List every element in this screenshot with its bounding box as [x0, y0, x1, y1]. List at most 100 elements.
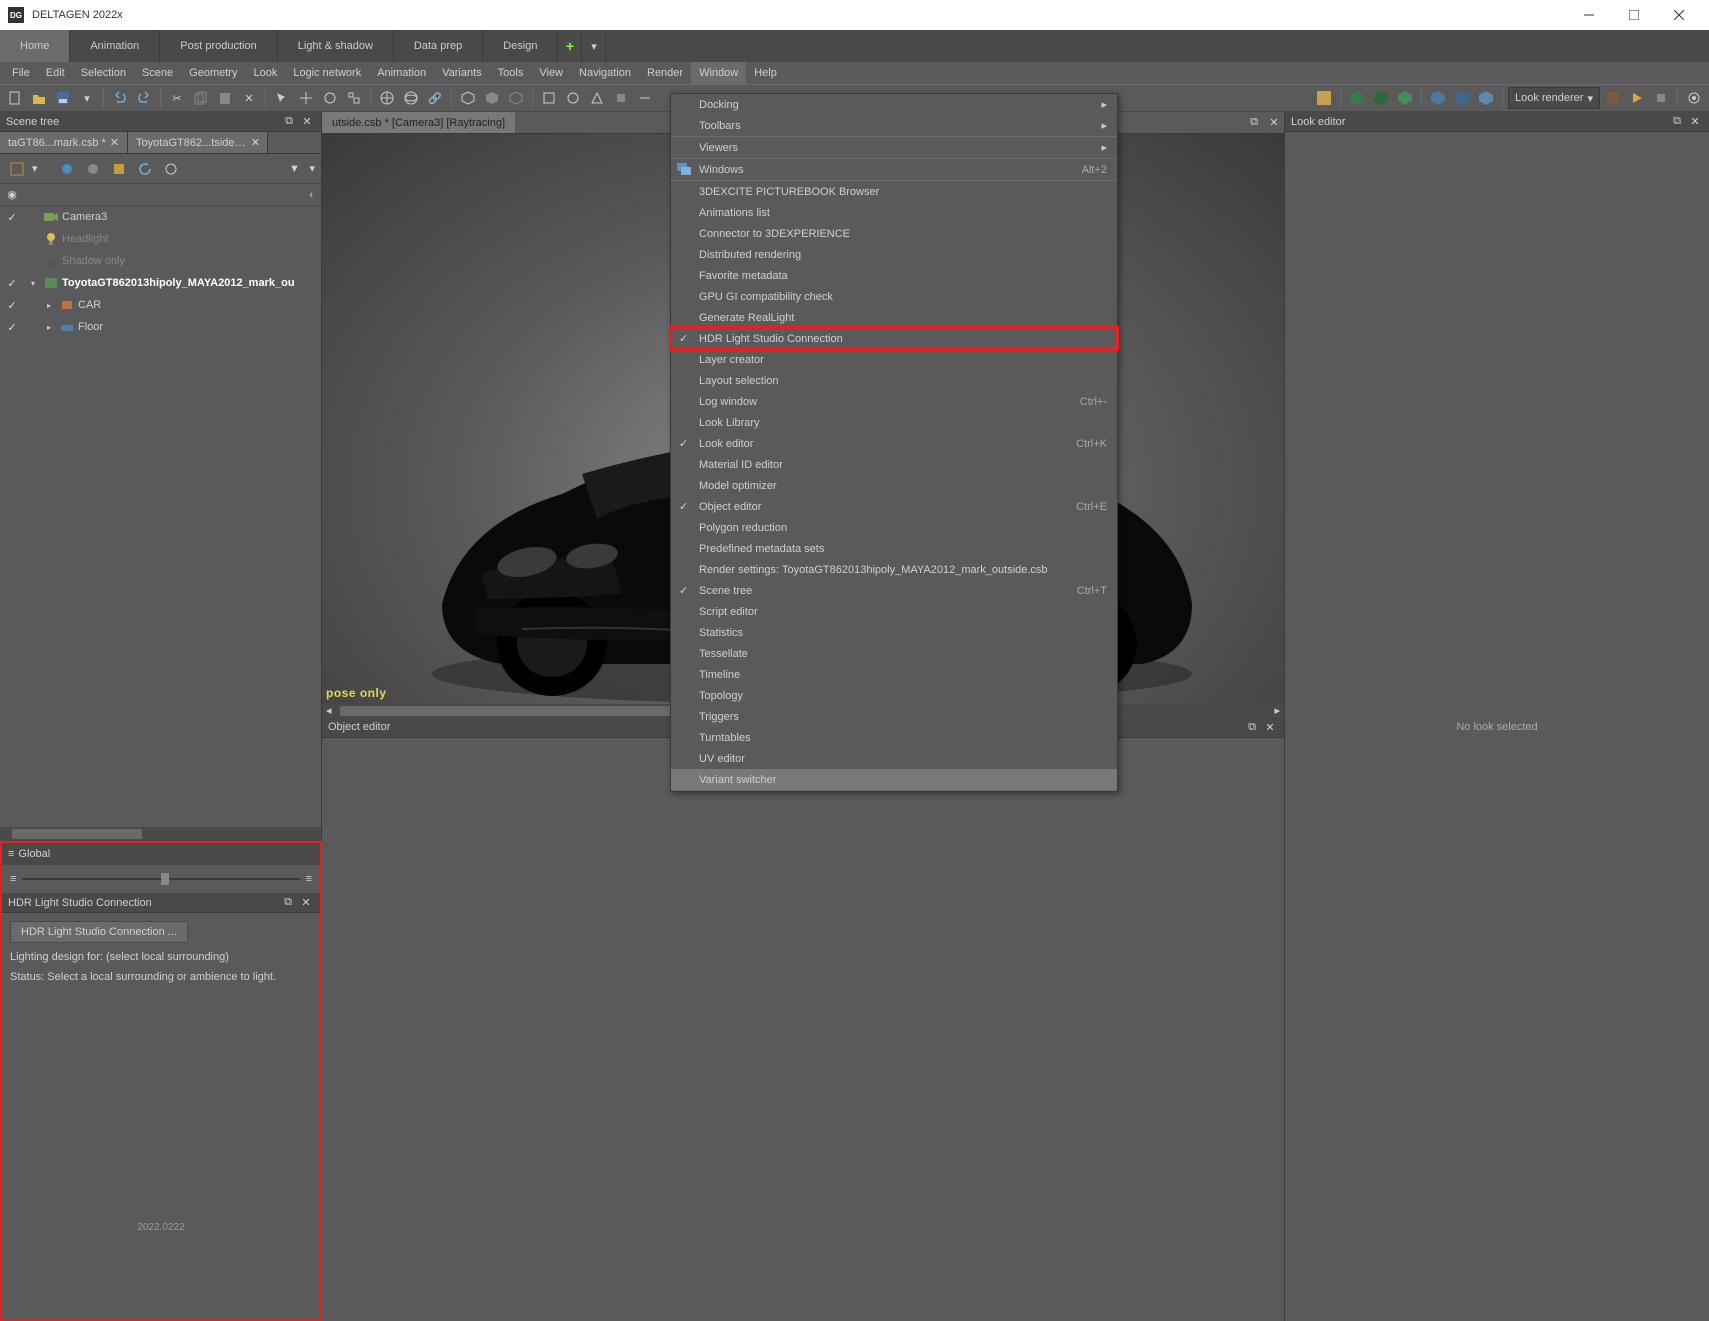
close-tab-icon[interactable]: ✕ [110, 136, 119, 149]
maximize-button[interactable] [1611, 0, 1656, 30]
scene-file-tab[interactable]: ToyotaGT862...tside.csb *✕ [128, 132, 268, 153]
tree-sync-icon[interactable] [160, 158, 182, 180]
material-blue2-icon[interactable] [1451, 87, 1473, 109]
tree-filter3-icon[interactable] [108, 158, 130, 180]
cut-icon[interactable]: ✂ [166, 87, 188, 109]
menu-item-favorite-metadata[interactable]: Favorite metadata [671, 265, 1117, 286]
menu-item-model-optimizer[interactable]: Model optimizer [671, 475, 1117, 496]
menu-item-layout-selection[interactable]: Layout selection [671, 370, 1117, 391]
save-dropdown-icon[interactable]: ▾ [76, 87, 98, 109]
opt3-icon[interactable] [586, 87, 608, 109]
menu-selection[interactable]: Selection [73, 62, 134, 84]
tree-row[interactable]: ✓Camera3 [0, 206, 321, 228]
tree-filter1-icon[interactable] [56, 158, 78, 180]
menu-item-toolbars[interactable]: Toolbars▸ [671, 115, 1117, 136]
hdr-undock-icon[interactable]: ⧉ [280, 895, 296, 911]
delete-icon[interactable]: ✕ [238, 87, 260, 109]
global-slider[interactable] [22, 878, 299, 880]
menu-animation[interactable]: Animation [369, 62, 434, 84]
menu-item-timeline[interactable]: Timeline [671, 664, 1117, 685]
checkmark-icon[interactable]: ✓ [7, 321, 16, 334]
rotate-icon[interactable] [319, 87, 341, 109]
menu-item-topology[interactable]: Topology [671, 685, 1117, 706]
save-icon[interactable] [52, 87, 74, 109]
opt4-icon[interactable] [610, 87, 632, 109]
menu-item-triggers[interactable]: Triggers [671, 706, 1117, 727]
menu-view[interactable]: View [531, 62, 571, 84]
tree-row[interactable]: ✓▸CAR [0, 294, 321, 316]
hdr-close-icon[interactable]: ✕ [298, 895, 314, 911]
tree-row[interactable]: ✓▸Floor [0, 316, 321, 338]
copy-icon[interactable] [190, 87, 212, 109]
menu-item-layer-creator[interactable]: Layer creator [671, 349, 1117, 370]
menu-item-generate-reallight[interactable]: Generate RealLight [671, 307, 1117, 328]
open-file-icon[interactable] [28, 87, 50, 109]
undo-icon[interactable] [109, 87, 131, 109]
ribbon-tab-data-prep[interactable]: Data prep [394, 30, 483, 62]
opt2-icon[interactable] [562, 87, 584, 109]
viewport-close-icon[interactable]: ✕ [1264, 112, 1284, 133]
expander-icon[interactable]: ▸ [47, 323, 51, 332]
opt1-icon[interactable] [538, 87, 560, 109]
object-editor-close-icon[interactable]: ✕ [1262, 719, 1278, 735]
menu-item-material-id-editor[interactable]: Material ID editor [671, 454, 1117, 475]
material-blue1-icon[interactable] [1427, 87, 1449, 109]
material-green1-icon[interactable] [1346, 87, 1368, 109]
ribbon-dropdown-button[interactable]: ▾ [582, 30, 606, 62]
render-icon[interactable] [1602, 87, 1624, 109]
menu-look[interactable]: Look [245, 62, 285, 84]
expander-icon[interactable]: ▸ [47, 301, 51, 310]
renderer-dropdown[interactable]: Look renderer▾ [1508, 87, 1600, 109]
menu-file[interactable]: File [4, 62, 38, 84]
menu-item-look-library[interactable]: Look Library [671, 412, 1117, 433]
scene-file-tab[interactable]: taGT86...mark.csb *✕ [0, 132, 128, 153]
ribbon-tab-light-shadow[interactable]: Light & shadow [278, 30, 394, 62]
menu-geometry[interactable]: Geometry [181, 62, 245, 84]
checkmark-icon[interactable]: ✓ [7, 299, 16, 312]
link-icon[interactable]: 🔗 [424, 87, 446, 109]
material-gold-icon[interactable] [1313, 87, 1335, 109]
menu-item-statistics[interactable]: Statistics [671, 622, 1117, 643]
ribbon-tab-home[interactable]: Home [0, 30, 70, 62]
menu-item-polygon-reduction[interactable]: Polygon reduction [671, 517, 1117, 538]
look-editor-close-icon[interactable]: ✕ [1687, 114, 1703, 130]
hdr-connection-button[interactable]: HDR Light Studio Connection ... [10, 921, 188, 943]
object-editor-undock-icon[interactable]: ⧉ [1244, 719, 1260, 735]
material-blue3-icon[interactable] [1475, 87, 1497, 109]
material-green2-icon[interactable] [1370, 87, 1392, 109]
ribbon-tab-post-production[interactable]: Post production [160, 30, 277, 62]
checkmark-icon[interactable]: ✓ [7, 277, 16, 290]
cube3-icon[interactable] [505, 87, 527, 109]
cube2-icon[interactable] [481, 87, 503, 109]
menu-navigation[interactable]: Navigation [571, 62, 639, 84]
ribbon-tab-animation[interactable]: Animation [70, 30, 160, 62]
redo-icon[interactable] [133, 87, 155, 109]
menu-variants[interactable]: Variants [434, 62, 490, 84]
render-play-icon[interactable] [1626, 87, 1648, 109]
scale-icon[interactable] [343, 87, 365, 109]
collapse-arrow-icon[interactable]: ‹ [309, 189, 313, 201]
scene-tree-close-icon[interactable]: ✕ [299, 114, 315, 130]
viewport-tab[interactable]: utside.csb * [Camera3] [Raytracing] [322, 112, 515, 133]
scene-tree-scrollbar[interactable] [0, 827, 321, 841]
menu-item-turntables[interactable]: Turntables [671, 727, 1117, 748]
render-stop-icon[interactable] [1650, 87, 1672, 109]
menu-item-object-editor[interactable]: ✓Object editorCtrl+E [671, 496, 1117, 517]
render-settings-icon[interactable] [1683, 87, 1705, 109]
opt5-icon[interactable] [634, 87, 656, 109]
tree-row[interactable]: Headlight [0, 228, 321, 250]
close-tab-icon[interactable]: ✕ [251, 136, 259, 149]
tree-refresh-icon[interactable] [134, 158, 156, 180]
select-icon[interactable] [271, 87, 293, 109]
close-button[interactable] [1656, 0, 1701, 30]
tree-row[interactable]: ✓▾ToyotaGT862013hipoly_MAYA2012_mark_ou [0, 272, 321, 294]
wireframe-sphere-icon[interactable] [400, 87, 422, 109]
menu-item-look-editor[interactable]: ✓Look editorCtrl+K [671, 433, 1117, 454]
material-green3-icon[interactable] [1394, 87, 1416, 109]
tree-row[interactable]: Shadow only [0, 250, 321, 272]
new-file-icon[interactable] [4, 87, 26, 109]
menu-edit[interactable]: Edit [38, 62, 73, 84]
ribbon-add-button[interactable]: + [558, 30, 582, 62]
look-editor-undock-icon[interactable]: ⧉ [1669, 114, 1685, 130]
tree-filter2-icon[interactable] [82, 158, 104, 180]
